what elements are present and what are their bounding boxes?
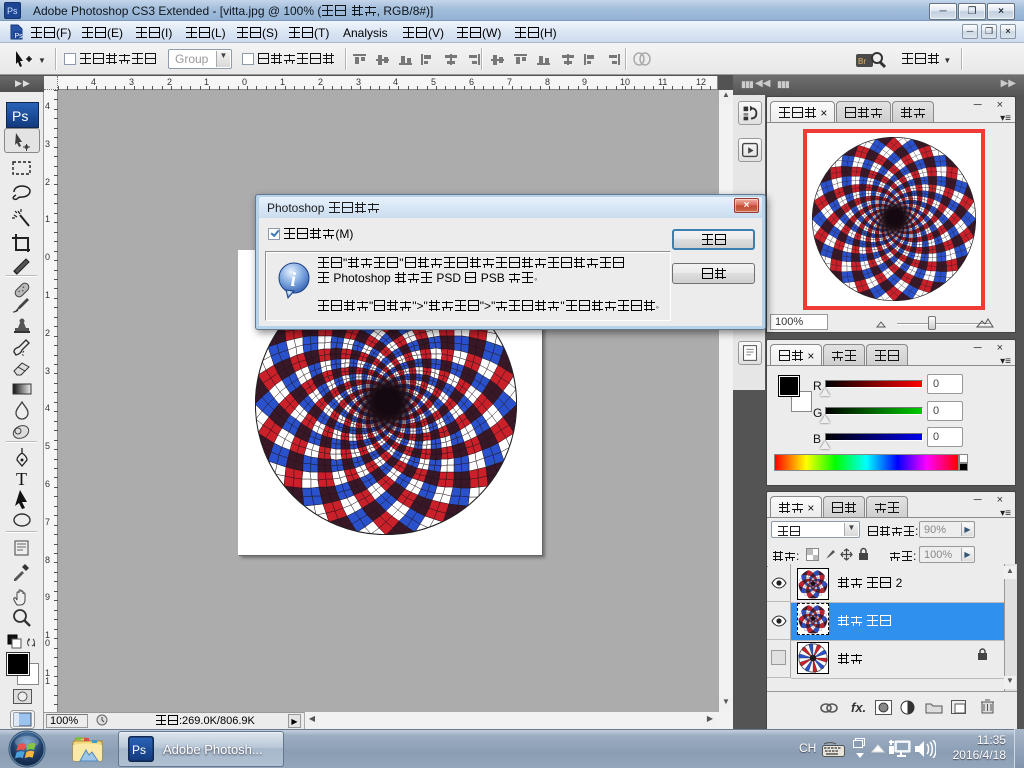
svg-text:i: i xyxy=(291,269,297,291)
svg-text:T: T xyxy=(16,469,27,489)
svg-text:Ps: Ps xyxy=(7,6,18,16)
svg-text:Ps: Ps xyxy=(132,743,146,757)
svg-text:Br: Br xyxy=(858,57,866,66)
svg-text:Ps: Ps xyxy=(15,33,24,40)
svg-text:Ps: Ps xyxy=(12,108,28,124)
